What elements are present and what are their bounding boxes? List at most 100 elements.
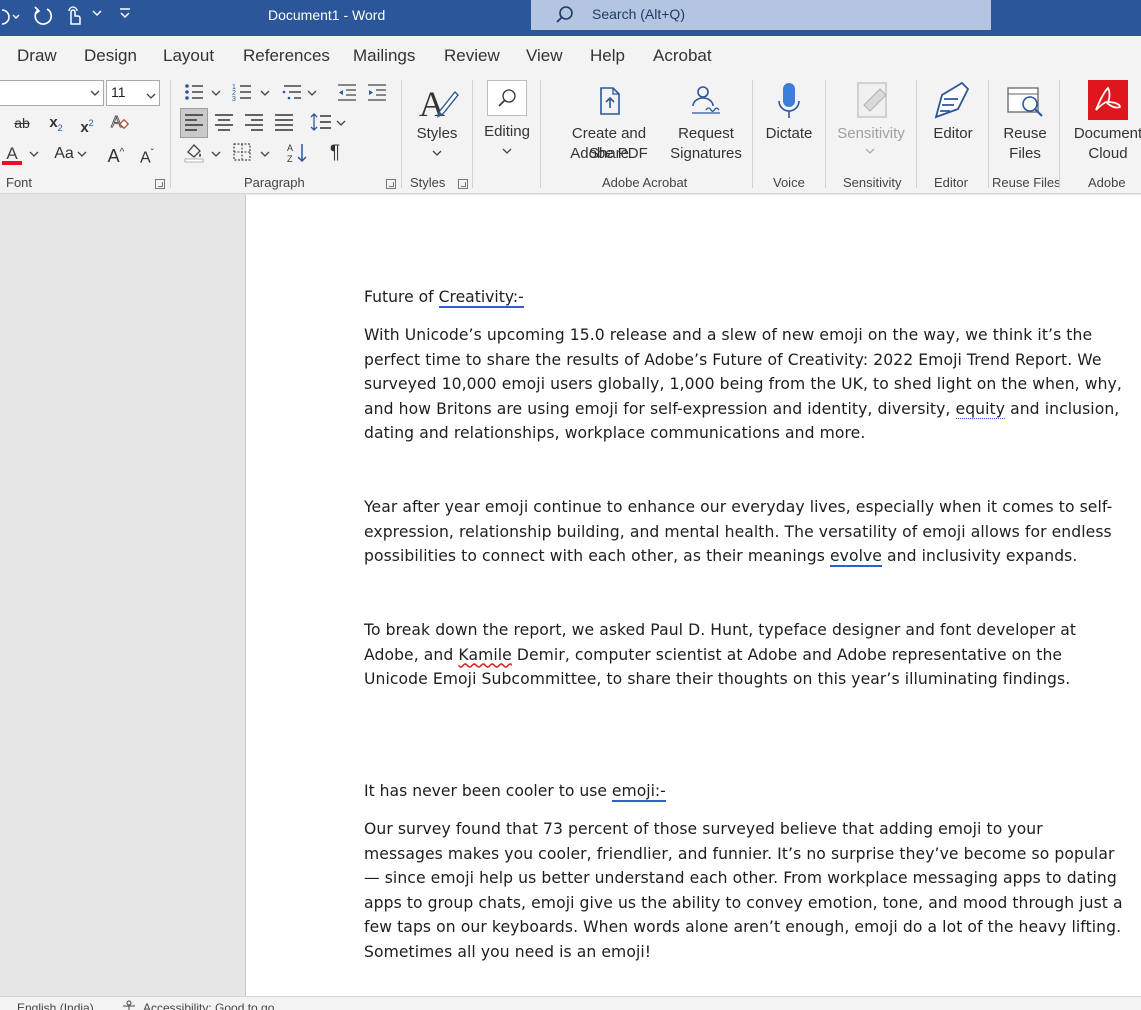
redo-icon[interactable] xyxy=(32,5,54,31)
request-signatures-label-1[interactable]: Request xyxy=(672,124,740,144)
heading-link-emoji[interactable]: emoji:- xyxy=(611,782,666,802)
grow-font-button[interactable]: A^ xyxy=(104,141,128,166)
request-signatures-icon[interactable] xyxy=(688,84,724,120)
customize-toolbar-icon[interactable] xyxy=(118,7,132,25)
align-center-icon[interactable] xyxy=(212,111,236,135)
section-heading-future-of-creativity[interactable]: Future of Creativity:- xyxy=(364,288,524,308)
tab-view[interactable]: View xyxy=(526,46,563,66)
font-color-dropdown-icon[interactable] xyxy=(29,149,39,163)
heading-link-creativity[interactable]: Creativity:- xyxy=(438,288,524,308)
accessibility-status[interactable]: Accessibility: Good to go xyxy=(143,1001,274,1010)
separator xyxy=(540,80,541,188)
separator xyxy=(752,80,753,188)
decrease-indent-icon[interactable] xyxy=(335,81,359,105)
superscript-small-glyph: 2 xyxy=(88,118,94,128)
borders-dropdown-icon[interactable] xyxy=(260,149,270,163)
editor-button-label[interactable]: Editor xyxy=(926,124,980,144)
strikethrough-button[interactable]: ab xyxy=(10,111,34,135)
bullets-dropdown-icon[interactable] xyxy=(211,88,221,102)
touch-mode-dropdown-icon[interactable] xyxy=(91,7,103,23)
search-box[interactable]: Search (Alt+Q) xyxy=(531,0,991,30)
svg-text:A: A xyxy=(111,114,122,131)
align-left-icon[interactable] xyxy=(182,111,206,135)
paragraph-year-after-year[interactable]: Year after year emoji continue to enhanc… xyxy=(364,495,1124,569)
sort-icon[interactable]: AZ xyxy=(286,141,310,165)
editor-icon[interactable] xyxy=(932,81,972,125)
dictate-button-label[interactable]: Dictate xyxy=(760,124,818,144)
text-effects-icon[interactable]: A xyxy=(108,111,132,135)
tab-mailings[interactable]: Mailings xyxy=(353,46,415,66)
adobe-acrobat-icon[interactable] xyxy=(1088,80,1128,124)
find-icon xyxy=(497,87,519,113)
tab-references[interactable]: References xyxy=(243,46,330,66)
paragraph-break-down-report[interactable]: To break down the report, we asked Paul … xyxy=(364,618,1124,692)
grammar-flag-evolve[interactable]: evolve xyxy=(829,547,882,567)
section-heading-cooler-emoji[interactable]: It has never been cooler to use emoji:- xyxy=(364,782,666,802)
touch-mode-icon[interactable] xyxy=(64,5,84,31)
shrink-font-button[interactable]: Aˇ xyxy=(135,142,159,166)
borders-icon[interactable] xyxy=(230,141,254,165)
styles-dropdown-icon[interactable] xyxy=(432,148,442,162)
editing-find-box[interactable] xyxy=(487,80,527,116)
separator xyxy=(1059,80,1060,188)
spelling-flag-kamile[interactable]: Kamile xyxy=(458,646,511,664)
font-size-combobox[interactable]: 11 xyxy=(106,80,160,106)
numbering-dropdown-icon[interactable] xyxy=(260,88,270,102)
line-spacing-icon[interactable] xyxy=(309,111,333,135)
sensitivity-button-label: Sensitivity xyxy=(837,125,905,142)
styles-button-label[interactable]: Styles xyxy=(413,124,461,144)
editing-button-label[interactable]: Editing xyxy=(480,122,534,142)
numbering-icon[interactable]: 123 xyxy=(230,81,254,105)
editing-dropdown-icon[interactable] xyxy=(502,146,512,160)
tab-review[interactable]: Review xyxy=(444,46,500,66)
paragraph-dialog-launcher-icon[interactable] xyxy=(386,179,396,189)
heading-text: It has never been cooler to use xyxy=(364,782,612,800)
show-formatting-marks-icon[interactable]: ¶ xyxy=(323,141,347,165)
paragraph-unicode-release[interactable]: With Unicode’s upcoming 15.0 release and… xyxy=(364,323,1124,446)
styles-dialog-launcher-icon[interactable] xyxy=(458,179,468,189)
group-label-voice: Voice xyxy=(773,175,805,190)
status-bar: English (India) Accessibility: Good to g… xyxy=(0,996,1141,1010)
subscript-button[interactable]: x2 xyxy=(44,111,68,135)
increase-indent-icon[interactable] xyxy=(365,81,389,105)
reuse-files-label-2[interactable]: Files xyxy=(996,144,1054,164)
reuse-files-label-1[interactable]: Reuse xyxy=(996,124,1054,144)
superscript-glyph: x xyxy=(80,119,89,136)
reuse-files-icon[interactable] xyxy=(1006,84,1046,124)
microphone-icon[interactable] xyxy=(776,81,802,125)
superscript-button[interactable]: x2 xyxy=(75,111,99,136)
multilevel-list-icon[interactable] xyxy=(280,81,304,105)
language-status[interactable]: English (India) xyxy=(17,1001,94,1010)
multilevel-dropdown-icon[interactable] xyxy=(307,88,317,102)
document-title: Document1 - Word xyxy=(268,7,386,23)
tab-layout[interactable]: Layout xyxy=(163,46,214,66)
request-signatures-label-2[interactable]: Signatures xyxy=(666,144,746,164)
grammar-flag-equity[interactable]: equity xyxy=(955,399,1006,419)
paragraph-survey-found[interactable]: Our survey found that 73 percent of thos… xyxy=(364,817,1124,964)
separator xyxy=(472,80,473,188)
bullets-icon[interactable] xyxy=(182,81,206,105)
document-cloud-label-2[interactable]: Cloud xyxy=(1068,144,1141,164)
change-case-dropdown-icon[interactable] xyxy=(77,149,87,163)
align-right-icon[interactable] xyxy=(242,111,266,135)
shading-dropdown-icon[interactable] xyxy=(211,149,221,163)
svg-text:Z: Z xyxy=(287,154,293,164)
tab-acrobat[interactable]: Acrobat xyxy=(653,46,712,66)
tab-draw[interactable]: Draw xyxy=(17,46,57,66)
tab-help[interactable]: Help xyxy=(590,46,625,66)
grow-font-glyph: A xyxy=(107,146,120,166)
autosave-partial-icon[interactable] xyxy=(0,6,22,32)
line-spacing-dropdown-icon[interactable] xyxy=(336,118,346,132)
justify-icon[interactable] xyxy=(272,111,296,135)
shading-icon[interactable] xyxy=(182,141,206,165)
font-dialog-launcher-icon[interactable] xyxy=(155,179,165,189)
create-share-label-2[interactable]: Adobe PDF xyxy=(550,144,668,164)
tab-design[interactable]: Design xyxy=(84,46,137,66)
font-name-combobox[interactable] xyxy=(0,80,104,106)
separator xyxy=(916,80,917,188)
document-cloud-label-1[interactable]: Document xyxy=(1068,124,1141,144)
svg-text:A: A xyxy=(419,84,445,124)
change-case-button[interactable]: Aa xyxy=(49,142,79,166)
styles-icon[interactable]: A xyxy=(417,82,459,128)
create-pdf-icon[interactable] xyxy=(597,86,625,120)
